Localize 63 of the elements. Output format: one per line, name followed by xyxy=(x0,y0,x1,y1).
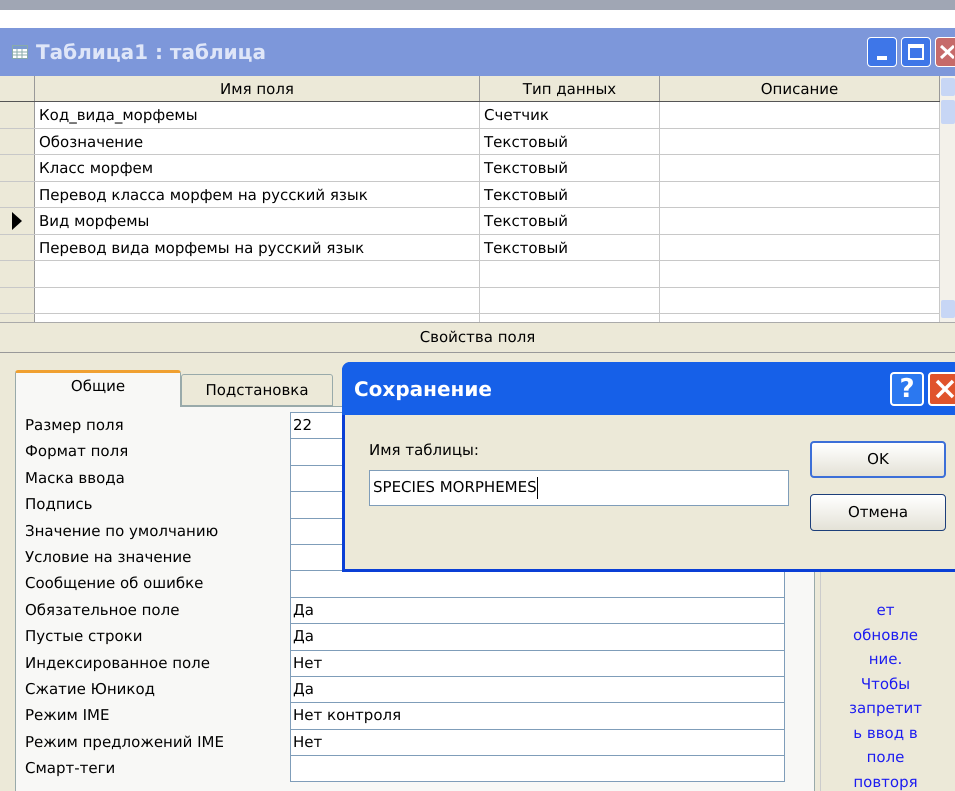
section-title: Свойства поля xyxy=(420,327,536,348)
column-header[interactable]: Тип данных xyxy=(480,76,660,101)
help-text: ет обновле ние. Чтобы запретит ь ввод в поле повторя xyxy=(848,600,923,791)
property-value-field[interactable]: Да xyxy=(290,676,785,704)
table-cell: Счетчик xyxy=(480,102,660,128)
field-value: SPECIES MORPHEMES xyxy=(373,477,537,498)
ok-button[interactable]: OK xyxy=(810,441,946,478)
property-label: Подпись xyxy=(24,494,94,516)
property-value-field[interactable]: Нет xyxy=(290,728,785,756)
table-cell: Перевод класса морфем на русский язык xyxy=(35,182,480,207)
property-label: Значение по умолчанию xyxy=(24,520,220,542)
property-value-field[interactable]: Да xyxy=(290,623,785,651)
dialog-close-button[interactable] xyxy=(928,372,955,406)
window-title: Таблица1 : таблица xyxy=(36,39,266,66)
property-value-field[interactable] xyxy=(290,755,785,782)
row-selector[interactable] xyxy=(0,208,35,234)
table-cell: Текстовый xyxy=(480,182,660,207)
table-cell: Перевод вида морфемы на русский язык xyxy=(35,234,480,260)
current-row-icon xyxy=(12,212,22,230)
minimize-button[interactable] xyxy=(867,37,897,67)
table-cell: Код_вида_морфемы xyxy=(35,102,480,128)
property-label: Индексированное поле xyxy=(24,652,212,674)
property-value-field[interactable] xyxy=(290,570,785,598)
scroll-down-icon[interactable] xyxy=(940,300,954,318)
cancel-button[interactable]: Отмена xyxy=(810,494,946,531)
scrollbar[interactable] xyxy=(940,76,955,322)
table-cell: Текстовый xyxy=(480,208,660,234)
property-label: Пустые строки xyxy=(24,626,144,648)
property-label: Сообщение об ошибке xyxy=(24,573,204,594)
close-icon xyxy=(935,378,955,398)
property-label: Размер поля xyxy=(24,415,125,436)
property-label: Сжатие Юникод xyxy=(24,678,156,700)
scroll-up-icon[interactable] xyxy=(940,78,954,96)
table-name-field[interactable]: SPECIES MORPHEMES xyxy=(369,470,789,506)
dialog-title: Сохранение xyxy=(354,376,492,402)
property-label: Формат поля xyxy=(24,441,130,462)
property-label: Обязательное поле xyxy=(24,600,180,621)
table-cell: Обозначение xyxy=(35,128,480,154)
property-value-field[interactable]: Нет xyxy=(290,650,785,677)
property-label: Маска ввода xyxy=(24,468,126,489)
property-label: Смарт-теги xyxy=(24,758,116,780)
table-cell: Вид морфемы xyxy=(35,208,480,234)
close-button[interactable] xyxy=(935,37,955,67)
property-value-field[interactable]: Нет контроля xyxy=(290,702,785,730)
close-icon xyxy=(939,44,954,60)
property-label: Режим предложений IME xyxy=(24,732,225,753)
maximize-icon xyxy=(908,44,924,60)
column-header[interactable]: Имя поля xyxy=(35,76,480,101)
table-cell: Текстовый xyxy=(480,155,660,180)
tab[interactable]: Подстановка xyxy=(181,374,333,406)
table-cell: Класс морфем xyxy=(35,155,480,180)
property-label: Режим IME xyxy=(24,705,110,726)
table-cell: Текстовый xyxy=(480,234,660,260)
tab[interactable]: Общие xyxy=(15,370,181,407)
property-value-field[interactable]: Да xyxy=(290,596,785,624)
property-label: Условие на значение xyxy=(24,546,192,568)
table-cell: Текстовый xyxy=(480,128,660,154)
minimize-icon xyxy=(877,56,887,60)
scroll-thumb[interactable] xyxy=(940,100,954,124)
help-button[interactable]: ? xyxy=(890,372,924,406)
maximize-button[interactable] xyxy=(901,37,931,67)
table-icon xyxy=(12,45,28,59)
field-label: Имя таблицы: xyxy=(369,440,479,461)
